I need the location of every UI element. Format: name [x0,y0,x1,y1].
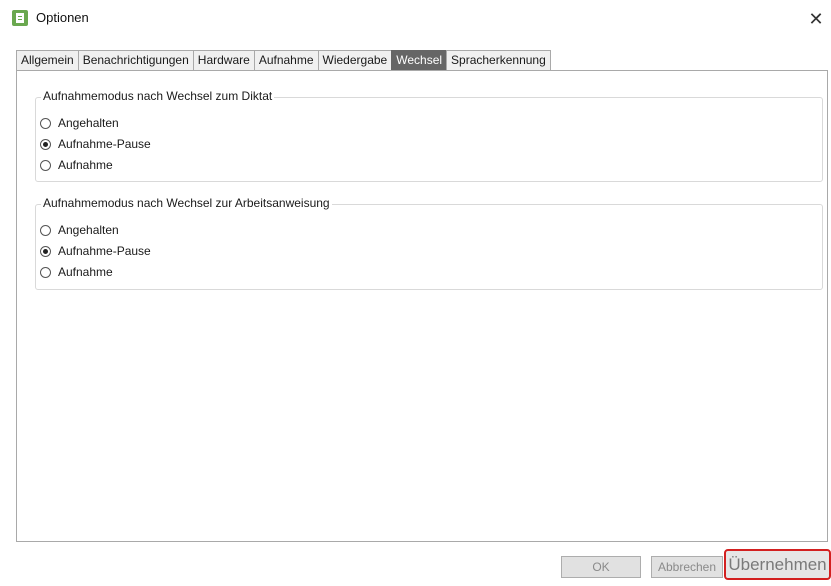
radio-aufnahme[interactable]: Aufnahme [40,157,113,173]
cancel-button[interactable]: Abbrechen [651,556,723,578]
app-icon [12,10,28,26]
radio-aufnahme[interactable]: Aufnahme [40,264,113,280]
group-title: Aufnahmemodus nach Wechsel zum Diktat [41,89,275,103]
tab-wiedergabe[interactable]: Wiedergabe [317,50,392,71]
tab-hardware[interactable]: Hardware [192,50,254,71]
radio-button[interactable] [40,245,51,257]
radio-button[interactable] [40,138,51,150]
apply-button[interactable]: Übernehmen [724,549,831,580]
tab-strip: Allgemein Benachrichtigungen Hardware Au… [16,50,551,71]
radio-button[interactable] [40,159,51,171]
radio-button[interactable] [40,266,51,278]
tab-aufnahme[interactable]: Aufnahme [253,50,318,71]
radio-angehalten[interactable]: Angehalten [40,222,119,238]
ok-button[interactable]: OK [561,556,641,578]
window-title: Optionen [36,10,89,25]
radio-aufnahme-pause[interactable]: Aufnahme-Pause [40,243,151,259]
tab-content-panel: Aufnahmemodus nach Wechsel zum Diktat An… [16,70,828,542]
radio-label: Aufnahme [58,158,113,172]
radio-aufnahme-pause[interactable]: Aufnahme-Pause [40,136,151,152]
close-icon[interactable]: ✕ [803,6,829,32]
radio-label: Angehalten [58,116,119,130]
radio-label: Aufnahme-Pause [58,244,151,258]
radio-label: Aufnahme-Pause [58,137,151,151]
group-title: Aufnahmemodus nach Wechsel zur Arbeitsan… [41,196,332,210]
radio-angehalten[interactable]: Angehalten [40,115,119,131]
tab-spracherkennung[interactable]: Spracherkennung [446,50,551,71]
tab-wechsel[interactable]: Wechsel [391,50,447,71]
group-arbeitsanweisung: Aufnahmemodus nach Wechsel zur Arbeitsan… [35,196,823,290]
tab-allgemein[interactable]: Allgemein [16,50,78,71]
tab-benachrichtigungen[interactable]: Benachrichtigungen [77,50,193,71]
radio-label: Aufnahme [58,265,113,279]
title-bar: Optionen ✕ [0,0,831,38]
radio-button[interactable] [40,117,51,129]
radio-label: Angehalten [58,223,119,237]
group-diktat: Aufnahmemodus nach Wechsel zum Diktat An… [35,89,823,182]
radio-button[interactable] [40,224,51,236]
